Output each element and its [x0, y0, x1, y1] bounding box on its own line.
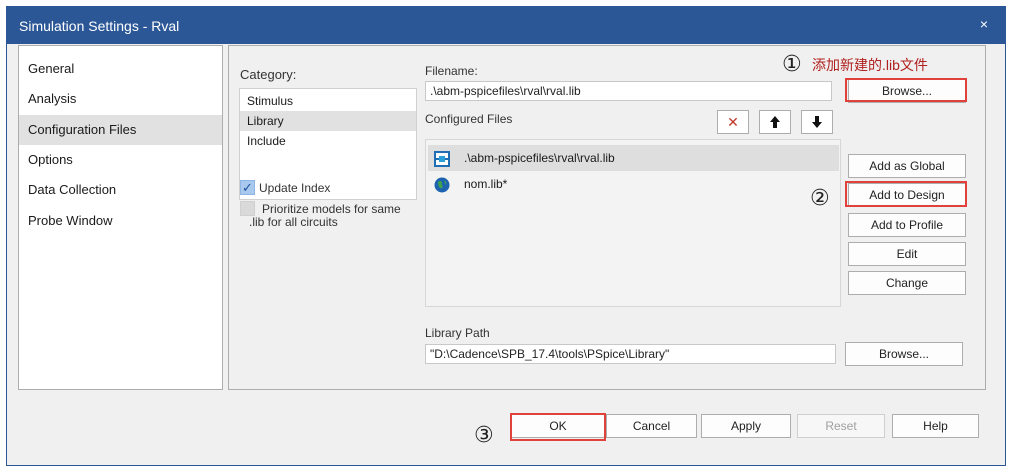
nav-item-analysis[interactable]: Analysis: [19, 84, 222, 114]
reset-button[interactable]: Reset: [797, 414, 885, 438]
nav-item-configuration-files[interactable]: Configuration Files: [19, 115, 222, 145]
step-1-marker: ①: [782, 51, 802, 76]
step-2-marker: ②: [810, 185, 830, 210]
move-down-icon[interactable]: [801, 110, 833, 134]
global-library-icon: [434, 176, 450, 193]
settings-nav-list: General Analysis Configuration Files Opt…: [18, 45, 223, 390]
move-up-icon[interactable]: [759, 110, 791, 134]
apply-button[interactable]: Apply: [701, 414, 791, 438]
title-bar: Simulation Settings - Rval ×: [7, 7, 1005, 44]
file-name: nom.lib*: [464, 177, 508, 191]
prioritize-models-label-line1: Prioritize models for same: [262, 202, 401, 216]
category-item-stimulus[interactable]: Stimulus: [240, 91, 416, 111]
filename-label: Filename:: [425, 64, 478, 78]
library-path-input[interactable]: "D:\Cadence\SPB_17.4\tools\PSpice\Librar…: [425, 344, 836, 364]
nav-item-general[interactable]: General: [19, 54, 222, 84]
update-index-label: Update Index: [259, 181, 331, 195]
design-library-icon: [434, 150, 450, 167]
prioritize-models-label-line2: .lib for all circuits: [249, 215, 338, 229]
file-name: .\abm-pspicefiles\rval\rval.lib: [464, 151, 615, 165]
cancel-button[interactable]: Cancel: [606, 414, 697, 438]
help-button[interactable]: Help: [892, 414, 979, 438]
configured-files-list: .\abm-pspicefiles\rval\rval.lib nom.lib*: [425, 139, 841, 307]
file-row-rval-lib[interactable]: .\abm-pspicefiles\rval\rval.lib: [428, 145, 839, 171]
library-path-label: Library Path: [425, 326, 490, 340]
update-index-checkbox[interactable]: [240, 180, 255, 196]
filename-input[interactable]: .\abm-pspicefiles\rval\rval.lib: [425, 81, 832, 101]
step-3-marker: ③: [474, 422, 494, 447]
highlight-add-to-design: [845, 181, 967, 207]
library-path-browse-button[interactable]: Browse...: [845, 342, 963, 366]
edit-button[interactable]: Edit: [848, 242, 966, 266]
highlight-ok: [510, 413, 606, 441]
configured-files-label: Configured Files: [425, 112, 513, 126]
close-icon[interactable]: ×: [975, 15, 993, 33]
prioritize-models-checkbox[interactable]: [240, 201, 255, 216]
change-button[interactable]: Change: [848, 271, 966, 295]
step-1-annotation: 添加新建的.lib文件: [812, 57, 928, 73]
category-item-include[interactable]: Include: [240, 131, 416, 151]
nav-item-options[interactable]: Options: [19, 145, 222, 175]
window-title: Simulation Settings - Rval: [19, 18, 180, 34]
file-row-nom-lib[interactable]: nom.lib*: [428, 171, 839, 197]
category-label: Category:: [240, 67, 297, 82]
nav-item-probe-window[interactable]: Probe Window: [19, 206, 222, 236]
category-item-library[interactable]: Library: [240, 111, 416, 131]
add-as-global-button[interactable]: Add as Global: [848, 154, 966, 178]
add-to-profile-button[interactable]: Add to Profile: [848, 213, 966, 237]
highlight-filename-browse: [845, 78, 967, 102]
nav-item-data-collection[interactable]: Data Collection: [19, 175, 222, 205]
delete-file-icon[interactable]: ✕: [717, 110, 749, 134]
